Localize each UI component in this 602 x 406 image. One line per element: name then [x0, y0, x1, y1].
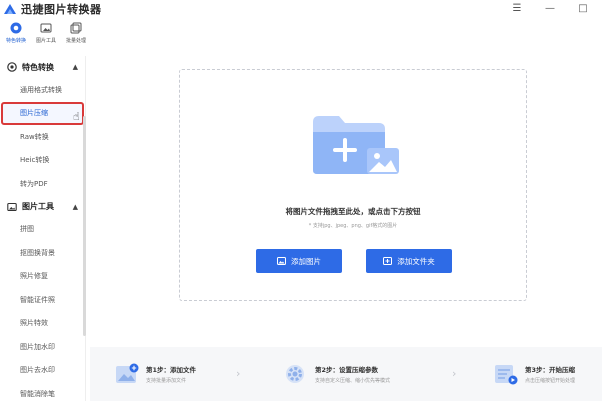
folder-plus-icon	[383, 257, 393, 265]
maximize-button[interactable]: □	[576, 1, 590, 15]
sidebar-item-raw-convert[interactable]: Raw转换	[0, 125, 85, 149]
convert-icon	[10, 22, 22, 34]
steps-bar: 第1步：添加文件 支持批量添加文件 › 第2步：设置压缩参数 支持自定义压缩、缩…	[90, 347, 602, 401]
chevron-up-icon[interactable]: ▲	[73, 63, 78, 71]
sidebar-item-collage[interactable]: 拼图	[0, 218, 85, 242]
top-nav: 特色转换 图片工具 批量处理	[0, 20, 90, 52]
sidebar-section-special[interactable]: 特色转换 ▲	[0, 56, 85, 78]
sidebar-item-photo-effects[interactable]: 照片特效	[0, 312, 85, 336]
sidebar-scrollbar[interactable]	[83, 116, 86, 336]
drop-zone-subtitle: * 支持jpg、jpeg、png、gif格式的图片	[308, 223, 398, 229]
nav-image-tools[interactable]: 图片工具	[32, 20, 60, 52]
minimize-button[interactable]: —	[543, 1, 557, 15]
chevron-up-icon[interactable]: ▲	[73, 203, 78, 211]
add-file-icon	[116, 363, 139, 383]
nav-batch-process[interactable]: 批量处理	[62, 20, 90, 52]
sidebar-item-heic-convert[interactable]: Heic转换	[0, 149, 85, 173]
sidebar-item-photo-repair[interactable]: 照片修复	[0, 265, 85, 289]
image-tools-icon	[40, 23, 52, 33]
chevron-right-icon: ›	[236, 367, 241, 380]
step-2: 第2步：设置压缩参数 支持自定义压缩、缩小优先等模式	[283, 347, 390, 401]
app-title: 迅捷图片转换器	[21, 3, 102, 16]
image-tools-icon	[7, 202, 17, 211]
batch-icon	[70, 22, 82, 34]
drop-zone-title: 将图片文件拖拽至此处，或点击下方按钮	[285, 207, 421, 216]
menu-icon[interactable]: ☰	[510, 1, 524, 15]
sidebar-item-format-convert[interactable]: 通用格式转换	[0, 78, 85, 102]
sidebar-item-image-compress[interactable]: 图片压缩 ☝	[1, 101, 84, 125]
step-3: 第3步：开始压缩 点击压缩按钮开始处理	[493, 347, 575, 401]
main-area: 将图片文件拖拽至此处，或点击下方按钮 * 支持jpg、jpeg、png、gif格…	[90, 18, 602, 401]
sidebar-item-to-pdf[interactable]: 转为PDF	[0, 172, 85, 196]
sidebar-item-eraser[interactable]: 智能消除笔	[0, 382, 85, 406]
image-icon	[277, 257, 286, 265]
sidebar: 特色转换 ▲ 通用格式转换 图片压缩 ☝ Raw转换 Heic转换 转为PDF …	[0, 56, 86, 401]
nav-special-convert[interactable]: 特色转换	[2, 20, 30, 52]
add-folder-button[interactable]: 添加文件夹	[366, 249, 452, 273]
sidebar-item-cutout[interactable]: 抠图换背景	[0, 241, 85, 265]
sidebar-item-add-watermark[interactable]: 图片加水印	[0, 335, 85, 359]
compress-start-icon	[495, 365, 518, 385]
drop-zone[interactable]: 将图片文件拖拽至此处，或点击下方按钮 * 支持jpg、jpeg、png、gif格…	[179, 69, 527, 301]
step-1: 第1步：添加文件 支持批量添加文件	[114, 347, 196, 401]
add-image-button[interactable]: 添加图片	[256, 249, 342, 273]
folder-image-icon	[313, 116, 399, 174]
special-convert-icon	[7, 62, 17, 72]
sidebar-item-remove-watermark[interactable]: 图片去水印	[0, 359, 85, 383]
settings-icon	[286, 365, 304, 383]
sidebar-item-id-photo[interactable]: 智能证件照	[0, 288, 85, 312]
chevron-right-icon: ›	[452, 367, 457, 380]
hand-cursor-icon: ☝	[73, 109, 80, 123]
app-logo-icon	[4, 4, 16, 14]
sidebar-section-tools[interactable]: 图片工具 ▲	[0, 196, 85, 218]
